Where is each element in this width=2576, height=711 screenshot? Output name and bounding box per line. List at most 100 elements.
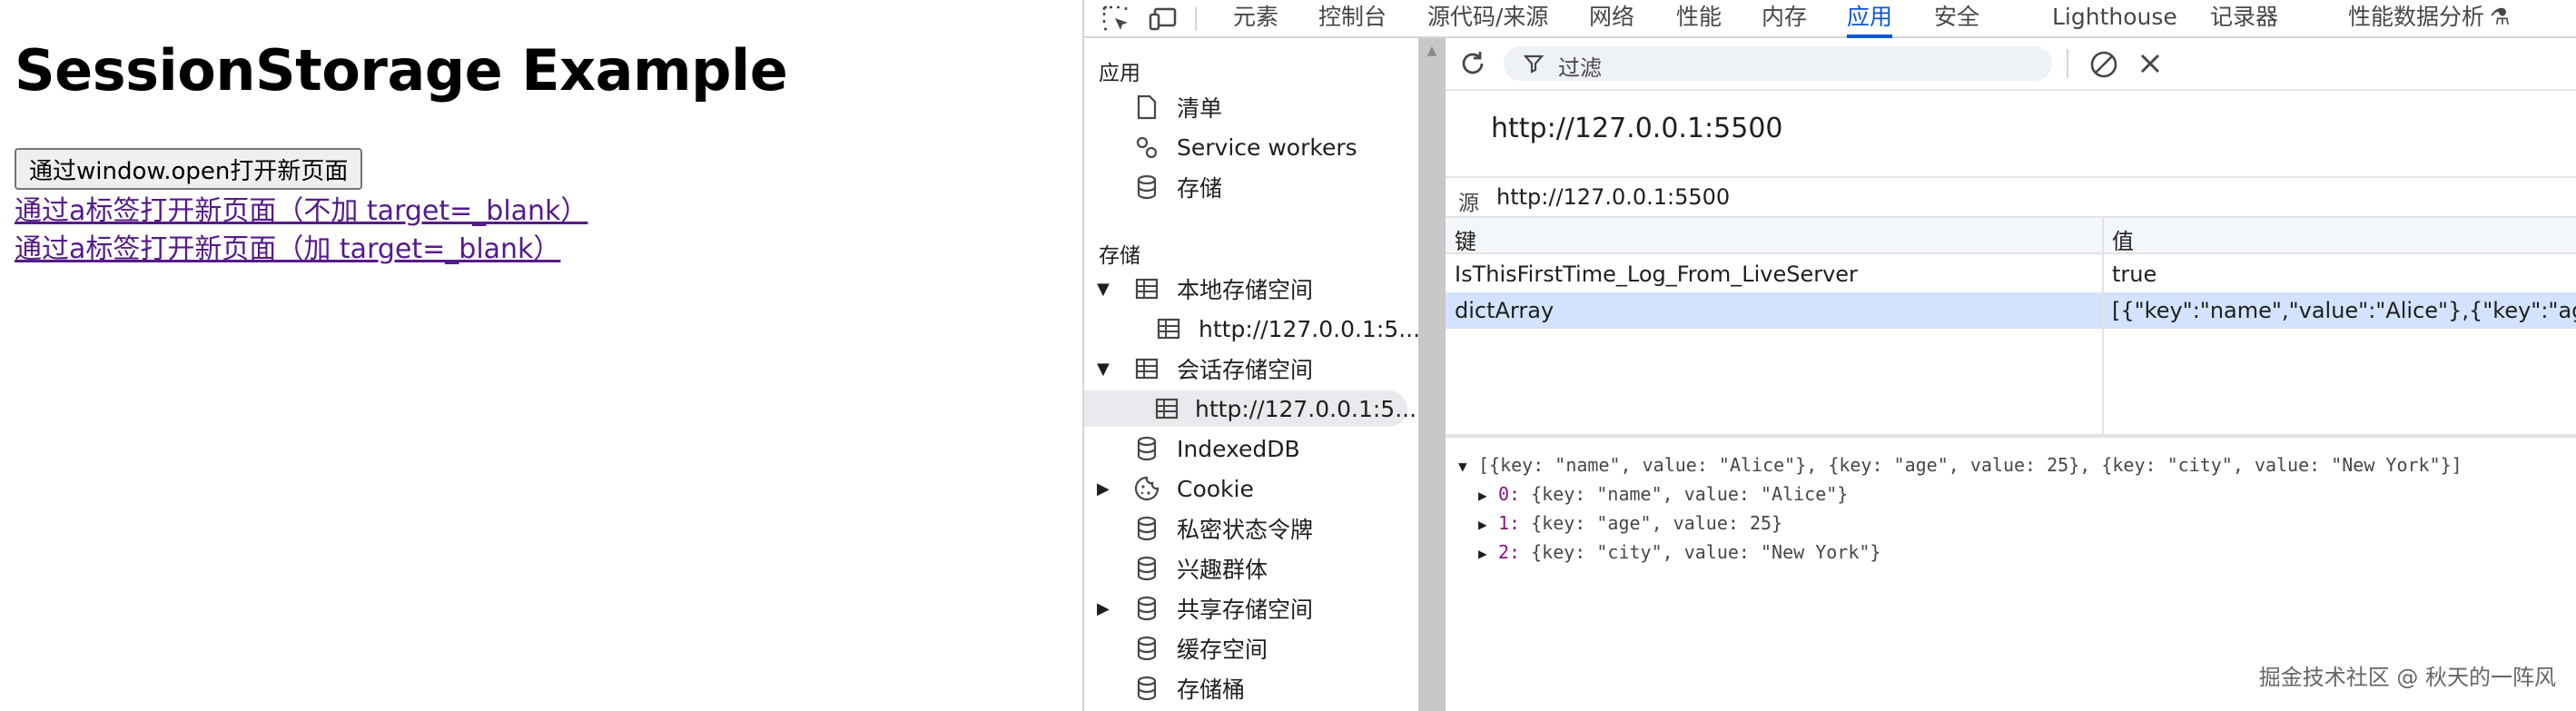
cookie-icon (1133, 475, 1160, 502)
sidebar-item-cache-storage[interactable]: 缓存空间 (1133, 630, 1268, 667)
application-sidebar: 应用 清单 Service workers 存储 存储 ▼ 本地存储空间 htt… (1084, 38, 1420, 711)
expand-right-icon[interactable]: ▶ (1097, 599, 1117, 618)
gears-icon (1133, 133, 1160, 161)
expand-down-icon[interactable]: ▼ (1097, 280, 1117, 299)
database-icon (1133, 555, 1160, 582)
column-header-key[interactable]: 键 (1455, 223, 1476, 255)
database-icon (1133, 515, 1160, 542)
devtools-tabbar: 元素 控制台 源代码/来源 网络 性能 内存 应用 安全 Lighthouse … (1084, 0, 2576, 38)
storage-toolbar: 过滤 (1446, 38, 2576, 91)
sidebar-item-session-storage-origin[interactable]: http://127.0.0.1:5... (1084, 390, 1416, 427)
sidebar-item-label: 本地存储空间 (1177, 277, 1314, 303)
preview-root-text: [{key: "name", value: "Alice"}, {key: "a… (1478, 454, 2462, 476)
table-icon (1155, 395, 1179, 422)
table-row-selected[interactable]: dictArray [{"key":"name","value":"Alice"… (1446, 292, 2576, 329)
origin-heading: http://127.0.0.1:5500 (1491, 113, 1783, 144)
sidebar-item-local-storage[interactable]: ▼ 本地存储空间 (1097, 271, 1313, 307)
preview-item[interactable]: ▶ 0: {key: "name", value: "Alice"} (1478, 483, 1848, 505)
scroll-up-arrow-icon[interactable]: ▲ (1418, 38, 1446, 64)
sidebar-item-label: 兴趣群体 (1177, 557, 1268, 583)
table-icon (1155, 315, 1182, 342)
tab-performance-insights[interactable]: 性能数据分析 ⚗ (2348, 0, 2510, 38)
delete-selected-icon[interactable] (2137, 51, 2163, 80)
refresh-icon[interactable] (1458, 49, 1487, 82)
link-no-target-blank[interactable]: 通过a标签打开新页面（不加 target=_blank） (15, 193, 587, 230)
tab-memory[interactable]: 内存 (1762, 0, 1807, 38)
tab-network[interactable]: 网络 (1589, 0, 1634, 38)
preview-item-index: 2 (1498, 541, 1510, 563)
table-icon (1133, 275, 1160, 302)
sidebar-item-cookies[interactable]: ▶ Cookie (1097, 470, 1254, 507)
tab-lighthouse[interactable]: Lighthouse (2052, 0, 2177, 38)
storage-table: 键 值 IsThisFirstTime_Log_From_LiveServer … (1446, 218, 2576, 438)
toolbar-divider (1195, 7, 1197, 31)
tab-sources[interactable]: 源代码/来源 (1427, 0, 1548, 38)
tab-console[interactable]: 控制台 (1318, 0, 1387, 38)
filter-placeholder: 过滤 (1558, 55, 1602, 81)
row-key: dictArray (1455, 298, 1554, 323)
filter-input[interactable]: 过滤 (1504, 46, 2052, 81)
table-header: 键 值 (1446, 218, 2576, 254)
tab-recorder[interactable]: 记录器 (2210, 0, 2278, 38)
sidebar-item-service-workers[interactable]: Service workers (1133, 129, 1357, 165)
sidebar-item-label: 私密状态令牌 (1177, 517, 1314, 543)
table-row[interactable]: IsThisFirstTime_Log_From_LiveServer true (1446, 256, 2576, 292)
webpage-viewport: SessionStorage Example 通过window.open打开新页… (0, 0, 1082, 711)
link-target-blank[interactable]: 通过a标签打开新页面（加 target=_blank） (15, 232, 560, 268)
sidebar-item-manifest[interactable]: 清单 (1133, 89, 1222, 125)
table-icon (1133, 355, 1160, 382)
sidebar-item-label: Cookie (1177, 475, 1254, 502)
device-toolbar-icon[interactable] (1148, 4, 1179, 35)
toolbar-divider (2067, 49, 2068, 78)
tab-performance-insights-label: 性能数据分析 (2348, 4, 2485, 30)
watermark: 掘金技术社区 @ 秋天的一阵风 (2258, 665, 2556, 690)
sidebar-item-label: 存储桶 (1177, 676, 1246, 703)
sidebar-item-local-storage-origin[interactable]: http://127.0.0.1:5... (1155, 311, 1420, 347)
sidebar-scrollbar[interactable]: ▲ (1418, 38, 1446, 711)
tab-application[interactable]: 应用 (1847, 0, 1893, 38)
expand-down-icon[interactable]: ▼ (1458, 458, 1478, 475)
tab-security[interactable]: 安全 (1934, 0, 1979, 38)
origin-row: 源 http://127.0.0.1:5500 (1446, 176, 2576, 218)
expand-right-icon[interactable]: ▶ (1478, 516, 1498, 533)
devtools-panel: 元素 控制台 源代码/来源 网络 性能 内存 应用 安全 Lighthouse … (1082, 0, 2576, 711)
sidebar-header-application: 应用 (1099, 62, 1140, 85)
preview-item-value: {key: "age", value: 25} (1531, 512, 1783, 534)
database-icon (1133, 595, 1160, 622)
origin-label: 源 (1458, 192, 1479, 215)
preview-item[interactable]: ▶ 2: {key: "city", value: "New York"} (1478, 541, 1880, 563)
row-key: IsThisFirstTime_Log_From_LiveServer (1455, 262, 1858, 287)
row-value: true (2112, 262, 2157, 287)
sidebar-item-session-storage[interactable]: ▼ 会话存储空间 (1097, 351, 1313, 387)
sidebar-item-storage-buckets[interactable]: 存储桶 (1133, 670, 1245, 706)
sidebar-item-interest-groups[interactable]: 兴趣群体 (1133, 550, 1268, 587)
tab-performance[interactable]: 性能 (1676, 0, 1722, 38)
tab-elements[interactable]: 元素 (1233, 0, 1278, 38)
preview-item-value: {key: "name", value: "Alice"} (1531, 483, 1849, 505)
column-header-value[interactable]: 值 (2112, 223, 2134, 255)
expand-down-icon[interactable]: ▼ (1097, 360, 1117, 379)
clear-all-icon[interactable] (2088, 49, 2119, 84)
sidebar-item-label: 清单 (1177, 95, 1223, 122)
sidebar-item-storage-overview[interactable]: 存储 (1133, 169, 1222, 205)
preview-root[interactable]: ▼ [{key: "name", value: "Alice"}, {key: "… (1458, 454, 2462, 476)
open-window-button[interactable]: 通过window.open打开新页面 (15, 148, 363, 190)
origin-value: http://127.0.0.1:5500 (1496, 184, 1731, 210)
column-divider[interactable] (2102, 218, 2104, 438)
preview-item-index: 1 (1498, 512, 1510, 534)
expand-right-icon[interactable]: ▶ (1478, 487, 1498, 504)
flask-icon: ⚗ (2490, 4, 2511, 30)
preview-item[interactable]: ▶ 1: {key: "age", value: 25} (1478, 512, 1782, 534)
expand-right-icon[interactable]: ▶ (1097, 479, 1117, 499)
sidebar-item-shared-storage[interactable]: ▶ 共享存储空间 (1097, 590, 1313, 627)
preview-item-index: 0 (1498, 483, 1510, 505)
inspect-element-icon[interactable] (1100, 4, 1131, 35)
sidebar-item-private-state-tokens[interactable]: 私密状态令牌 (1133, 510, 1313, 547)
storage-main-panel: 过滤 http://127.0.0.1:5500 源 http://127.0.… (1446, 38, 2576, 711)
database-icon (1133, 675, 1160, 702)
expand-right-icon[interactable]: ▶ (1478, 545, 1498, 562)
sidebar-item-indexeddb[interactable]: IndexedDB (1133, 430, 1300, 467)
filter-icon (1523, 54, 1545, 77)
sidebar-item-label: http://127.0.0.1:5... (1199, 315, 1421, 342)
sidebar-item-label: http://127.0.0.1:5... (1195, 395, 1417, 422)
